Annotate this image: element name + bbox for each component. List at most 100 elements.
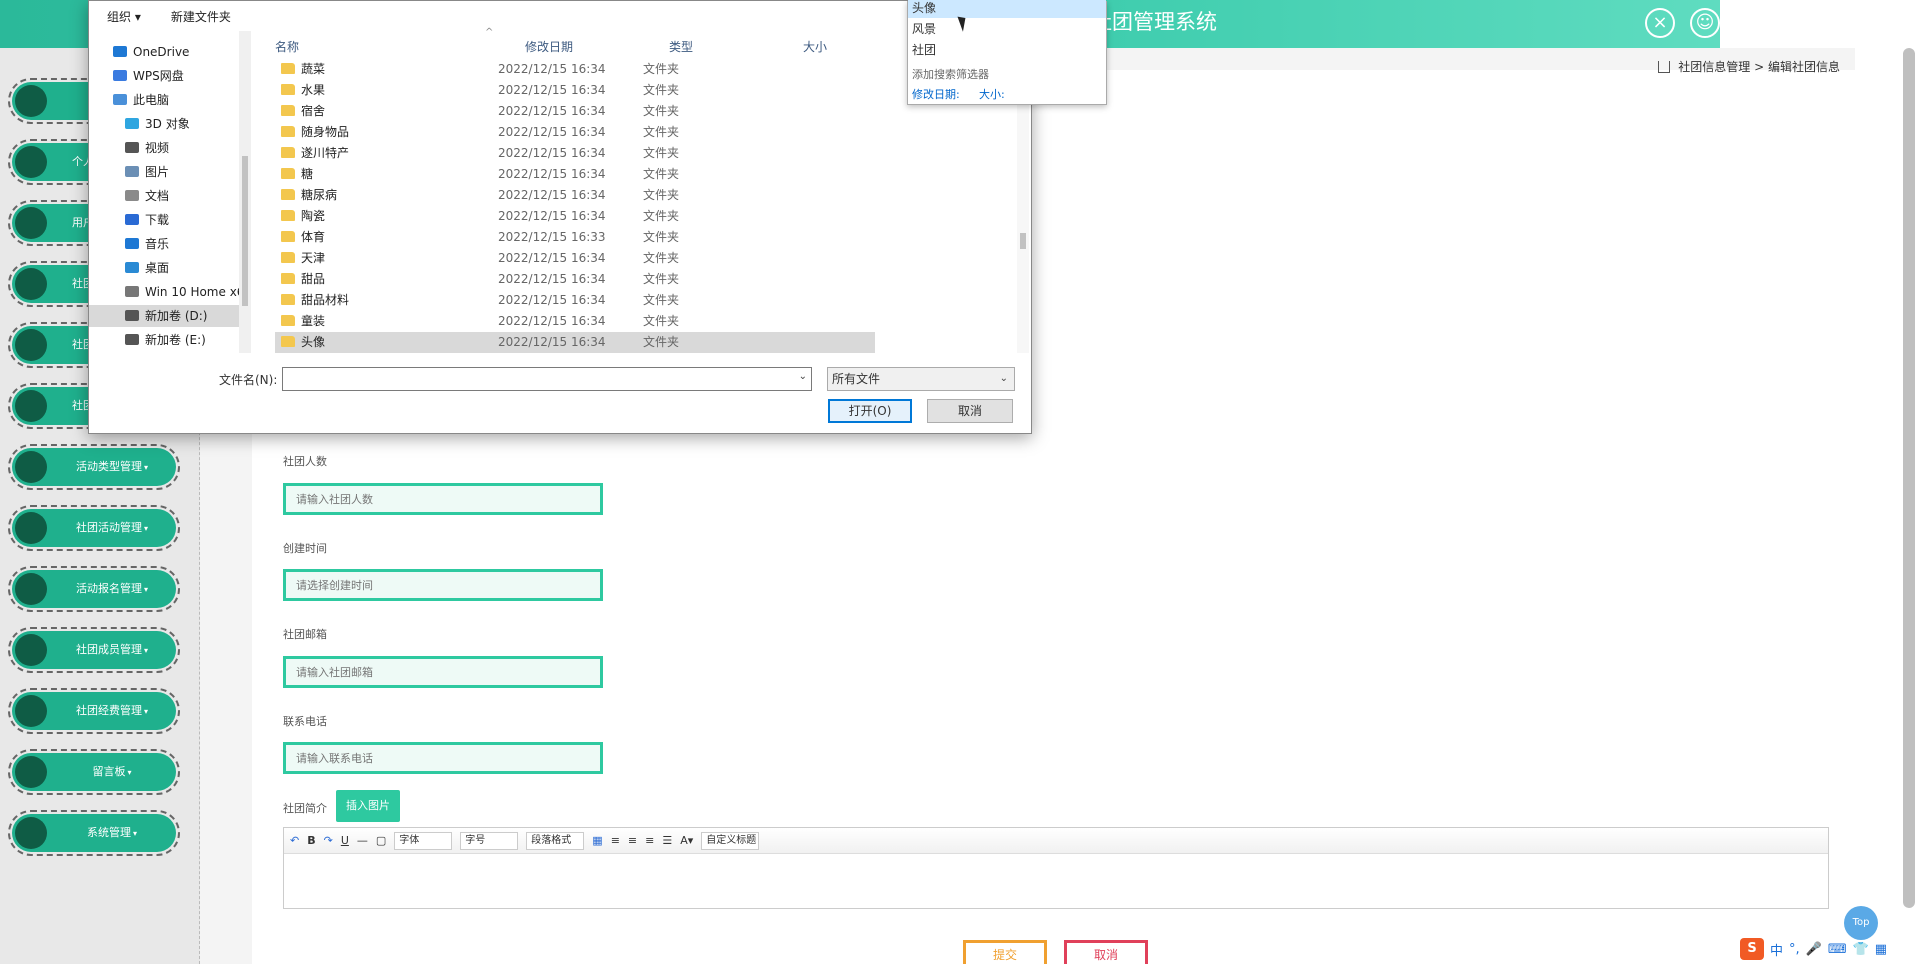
nav-tree-item[interactable]: 下载 <box>89 209 239 231</box>
column-name[interactable]: 名称 <box>275 38 299 55</box>
nav-tree-item[interactable]: 新加卷 (D:) <box>89 305 239 327</box>
home-icon <box>1658 61 1671 73</box>
font-size-select[interactable]: 字号 <box>460 831 519 850</box>
file-row[interactable]: 糖 2022/12/15 16:34 文件夹 <box>275 164 875 185</box>
file-row[interactable]: 蔬菜 2022/12/15 16:34 文件夹 <box>275 59 875 80</box>
filter-modified-date[interactable]: 修改日期: <box>912 86 960 102</box>
file-row[interactable]: 天津 2022/12/15 16:34 文件夹 <box>275 248 875 269</box>
file-row[interactable]: 水果 2022/12/15 16:34 文件夹 <box>275 80 875 101</box>
filetype-select[interactable]: 所有文件 ⌄ <box>827 367 1015 391</box>
sidebar-item[interactable]: 活动报名管理 ▾ <box>8 566 180 612</box>
created-time-input[interactable] <box>283 569 603 601</box>
sidebar-item[interactable]: 留言板 ▾ <box>8 749 180 795</box>
submit-button[interactable]: 提交 <box>963 940 1047 964</box>
align-center-icon[interactable]: ≡ <box>628 834 637 847</box>
align-right-icon[interactable]: ≡ <box>645 834 654 847</box>
column-type[interactable]: 类型 <box>669 38 693 55</box>
member-count-input[interactable] <box>283 483 603 515</box>
file-date: 2022/12/15 16:34 <box>498 125 606 139</box>
microphone-icon[interactable]: 🎤 <box>1806 942 1822 957</box>
nav-tree-scroll-thumb[interactable] <box>242 156 248 306</box>
back-to-top-button[interactable]: Top <box>1844 906 1878 940</box>
location-icon <box>113 70 127 81</box>
file-row[interactable]: 随身物品 2022/12/15 16:34 文件夹 <box>275 122 875 143</box>
font-color-icon[interactable]: A▾ <box>680 834 693 847</box>
open-button[interactable]: 打开(O) <box>828 399 912 423</box>
file-row[interactable]: 遂川特产 2022/12/15 16:34 文件夹 <box>275 143 875 164</box>
sidebar-item[interactable]: 社团活动管理 ▾ <box>8 505 180 551</box>
nav-tree-item[interactable]: 此电脑 <box>89 89 239 111</box>
nav-tree-item[interactable]: 新加卷 (E:) <box>89 329 239 351</box>
breadcrumb-parent[interactable]: 社团信息管理 <box>1678 60 1750 74</box>
sogou-ime-icon[interactable]: S <box>1740 938 1764 960</box>
page-scrollbar[interactable] <box>1903 48 1915 908</box>
undo-icon[interactable]: ↶ <box>290 834 299 847</box>
dialog-cancel-button[interactable]: 取消 <box>927 399 1013 423</box>
search-suggestion[interactable]: 头像 <box>908 0 1106 18</box>
email-input[interactable] <box>283 656 603 688</box>
filter-size[interactable]: 大小: <box>979 86 1005 102</box>
filetype-value: 所有文件 <box>832 372 881 386</box>
location-icon <box>125 334 139 345</box>
filename-input[interactable]: ⌄ <box>282 367 812 391</box>
search-suggestion[interactable]: 风景 <box>908 19 1106 39</box>
nav-tree-item[interactable]: 音乐 <box>89 233 239 255</box>
skin-icon[interactable]: 👕 <box>1853 942 1869 957</box>
organize-button[interactable]: 组织 ▾ <box>107 8 141 25</box>
file-row[interactable]: 体育 2022/12/15 16:33 文件夹 <box>275 227 875 248</box>
nav-tree-item[interactable]: 文档 <box>89 185 239 207</box>
align-left-icon[interactable]: ≡ <box>611 834 620 847</box>
menu-dot-icon <box>15 695 47 727</box>
file-row[interactable]: 童装 2022/12/15 16:34 文件夹 <box>275 311 875 332</box>
menu-dot-icon <box>15 512 47 544</box>
paste-icon[interactable]: ▢ <box>376 834 386 847</box>
phone-input[interactable] <box>283 742 603 774</box>
file-row[interactable]: 宿舍 2022/12/15 16:34 文件夹 <box>275 101 875 122</box>
font-select[interactable]: 字体 <box>394 831 453 850</box>
nav-tree-item[interactable]: OneDrive <box>89 41 239 63</box>
nav-tree-scrollbar[interactable] <box>239 31 251 353</box>
sidebar-item[interactable]: 社团经费管理 ▾ <box>8 688 180 734</box>
bold-icon[interactable]: B <box>307 834 315 847</box>
nav-tree-item[interactable]: 桌面 <box>89 257 239 279</box>
grid-menu-icon[interactable]: ▦ <box>1875 942 1887 957</box>
nav-tree-item[interactable]: 视频 <box>89 137 239 159</box>
column-date[interactable]: 修改日期 <box>525 38 573 55</box>
ime-lang[interactable]: 中 <box>1770 940 1783 959</box>
insert-image-button[interactable]: 插入图片 <box>336 790 400 822</box>
cancel-button[interactable]: 取消 <box>1064 940 1148 964</box>
horizontal-rule-icon[interactable]: — <box>357 834 368 847</box>
rich-text-editor[interactable]: ↶ B ↷ U — ▢ 字体 字号 段落格式 ▦ ≡ ≡ ≡ ☰ A▾ 自定义标… <box>283 827 1829 909</box>
sidebar-item[interactable]: 系统管理 ▾ <box>8 810 180 856</box>
file-row[interactable]: 陶瓷 2022/12/15 16:34 文件夹 <box>275 206 875 227</box>
search-suggestion[interactable]: 社团 <box>908 40 1106 60</box>
sidebar-item[interactable]: 社团成员管理 ▾ <box>8 627 180 673</box>
user-icon[interactable]: ☺ <box>1690 8 1720 38</box>
paragraph-format-select[interactable]: 段落格式 <box>526 831 585 850</box>
table-icon[interactable]: ▦ <box>592 834 602 847</box>
add-search-filter: 添加搜索筛选器 <box>912 68 989 81</box>
keyboard-icon[interactable]: ⌨ <box>1828 942 1847 957</box>
file-row[interactable]: 甜品材料 2022/12/15 16:34 文件夹 <box>275 290 875 311</box>
file-row[interactable]: 甜品 2022/12/15 16:34 文件夹 <box>275 269 875 290</box>
ime-punct[interactable]: °, <box>1789 942 1800 957</box>
column-size[interactable]: 大小 <box>803 38 827 55</box>
underline-icon[interactable]: U <box>341 834 349 847</box>
file-list-scroll-thumb[interactable] <box>1020 233 1026 249</box>
custom-title-select[interactable]: 自定义标题 <box>701 831 760 850</box>
new-folder-button[interactable]: 新建文件夹 <box>171 8 231 25</box>
chevron-down-icon[interactable]: ⌄ <box>799 371 807 382</box>
close-circle-icon[interactable]: × <box>1645 8 1675 38</box>
nav-tree-item[interactable]: Win 10 Home x64 <box>89 281 239 303</box>
sidebar-item-label: 系统管理 ▾ <box>86 826 137 839</box>
nav-tree-item[interactable]: 图片 <box>89 161 239 183</box>
file-row[interactable]: 头像 2022/12/15 16:34 文件夹 <box>275 332 875 353</box>
sidebar-item[interactable]: 活动类型管理 ▾ <box>8 444 180 490</box>
sidebar-item-pill: 社团经费管理 ▾ <box>12 692 176 730</box>
file-row[interactable]: 糖尿病 2022/12/15 16:34 文件夹 <box>275 185 875 206</box>
justify-icon[interactable]: ☰ <box>662 834 672 847</box>
ime-toolbar[interactable]: S 中 °, 🎤 ⌨ 👕 ▦ <box>1740 938 1887 960</box>
nav-tree-item[interactable]: WPS网盘 <box>89 65 239 87</box>
nav-tree-item[interactable]: 3D 对象 <box>89 113 239 135</box>
redo-icon[interactable]: ↷ <box>324 834 333 847</box>
